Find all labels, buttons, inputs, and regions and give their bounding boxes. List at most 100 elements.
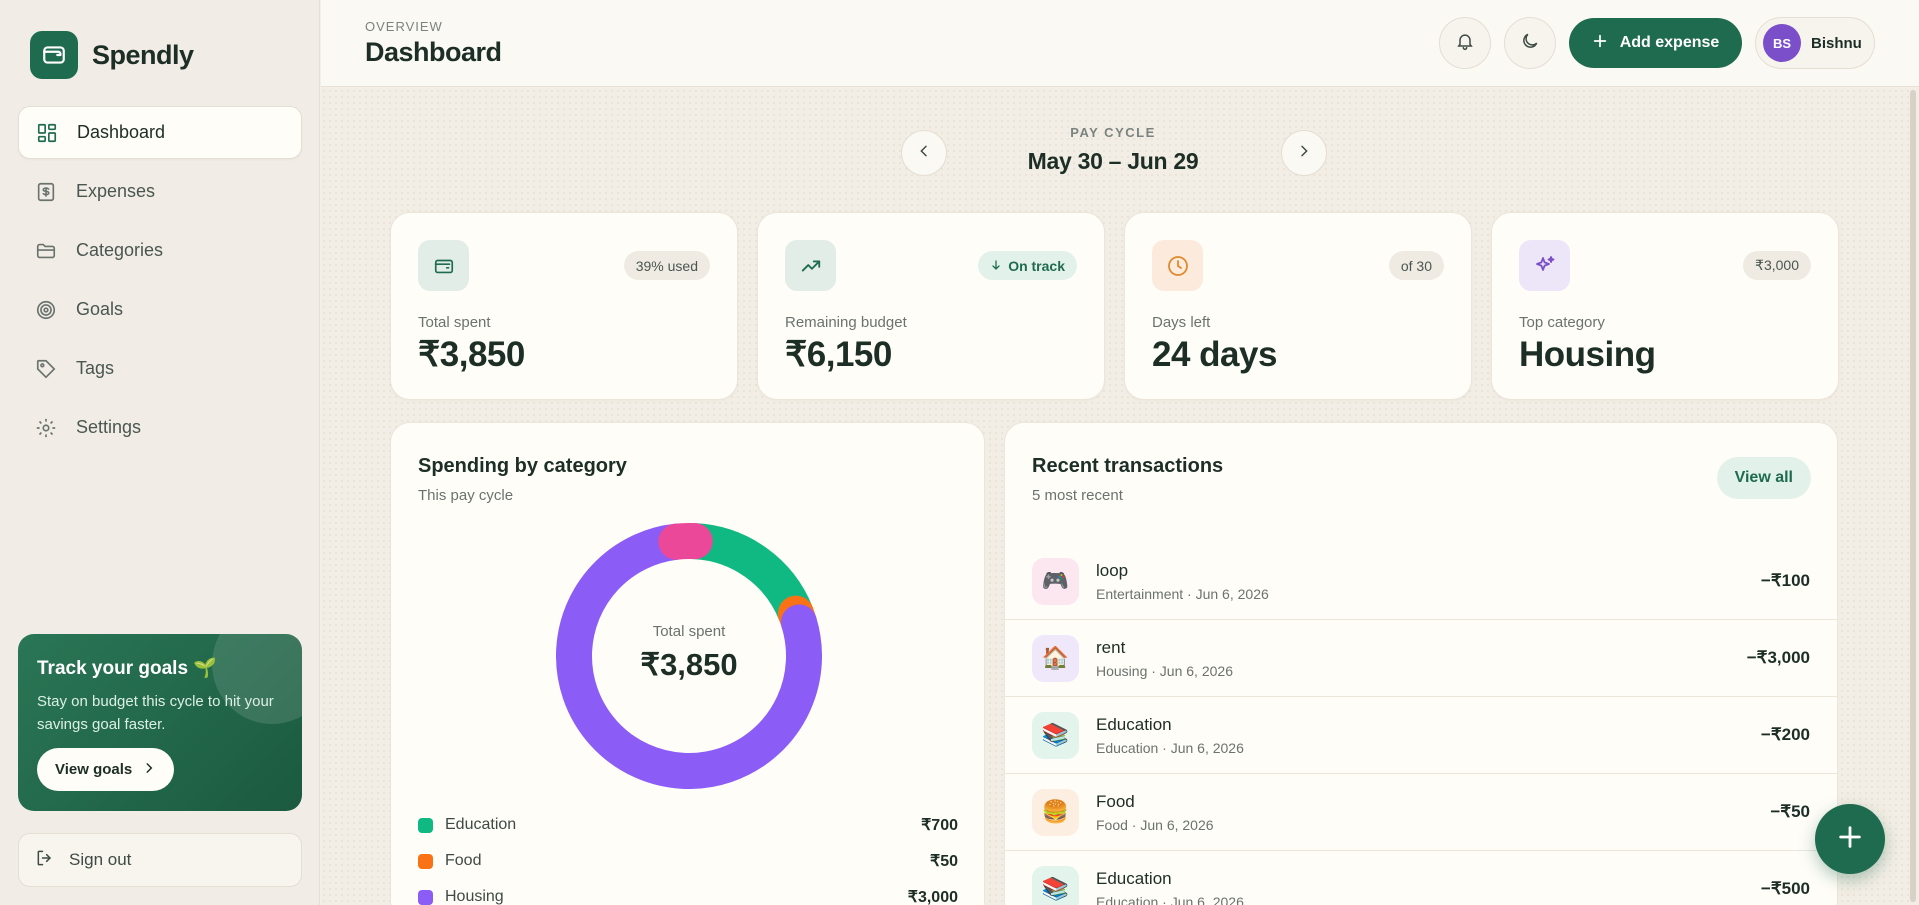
- transaction-row[interactable]: 🍔 Food Food · Jun 6, 2026 −₹50: [1005, 774, 1837, 851]
- arrow-down-icon: [990, 258, 1002, 274]
- legend-name: Housing: [445, 888, 504, 905]
- category-donut-chart: Total spent ₹3,850: [556, 523, 822, 789]
- notifications-button[interactable]: [1439, 17, 1491, 69]
- transaction-info: rent Housing · Jun 6, 2026: [1096, 638, 1233, 679]
- target-icon: [34, 298, 58, 322]
- transaction-meta: Entertainment · Jun 6, 2026: [1096, 585, 1269, 602]
- transaction-title: Food: [1096, 791, 1135, 811]
- sign-out-icon: [35, 848, 55, 873]
- books-icon: 📚: [1032, 711, 1079, 759]
- promo-text: Stay on budget this cycle to hit your sa…: [37, 693, 274, 733]
- brand-name: Spendly: [92, 39, 194, 70]
- add-expense-button[interactable]: Add expense: [1569, 18, 1742, 68]
- transaction-meta: Education · Jun 6, 2026: [1096, 739, 1244, 756]
- legend-item-housing[interactable]: Housing ₹3,000: [418, 879, 958, 905]
- chevron-left-icon: [916, 143, 932, 164]
- transaction-row[interactable]: 🏠 rent Housing · Jun 6, 2026 −₹3,000: [1005, 620, 1837, 697]
- card-title: Spending by category: [418, 455, 627, 477]
- user-menu[interactable]: BS Bishnu: [1755, 17, 1875, 69]
- stat-value: ₹3,850: [418, 335, 525, 374]
- transaction-meta: Food · Jun 6, 2026: [1096, 816, 1214, 833]
- bell-icon: [1455, 31, 1475, 56]
- category-legend: Education ₹700 Food ₹50 Housing ₹3,000: [418, 807, 958, 905]
- legend-value: ₹700: [921, 817, 958, 834]
- wallet-logo-icon: [30, 31, 78, 79]
- sidebar-item-label: Tags: [76, 358, 115, 378]
- transaction-title: Education: [1096, 868, 1172, 888]
- brand[interactable]: Spendly: [30, 31, 194, 79]
- transaction-meta: Housing · Jun 6, 2026: [1096, 662, 1233, 679]
- sidebar-item-label: Expenses: [76, 181, 156, 201]
- stat-label: Remaining budget: [785, 314, 907, 331]
- legend-swatch: [418, 853, 433, 869]
- legend-name: Education: [445, 816, 517, 833]
- sidebar-nav: Dashboard Expenses Categories Goals Tags: [18, 106, 302, 460]
- sidebar: Spendly Dashboard Expenses Categories Go…: [0, 0, 320, 905]
- sidebar-item-tags[interactable]: Tags: [18, 342, 302, 395]
- promo-title: Track your goals 🌱: [37, 658, 217, 679]
- transaction-row[interactable]: 📚 Education Education · Jun 6, 2026 −₹20…: [1005, 697, 1837, 774]
- transaction-row[interactable]: 🎮 loop Entertainment · Jun 6, 2026 −₹100: [1005, 543, 1837, 620]
- page-overline: OVERVIEW: [365, 19, 443, 34]
- spending-by-category-card: Spending by category This pay cycle Tota…: [390, 422, 985, 905]
- sign-out-button[interactable]: Sign out: [18, 833, 302, 887]
- sidebar-item-label: Goals: [76, 299, 124, 319]
- sidebar-item-settings[interactable]: Settings: [18, 401, 302, 454]
- sidebar-item-dashboard[interactable]: Dashboard: [18, 106, 302, 159]
- donut-center-label: Total spent: [652, 623, 726, 640]
- view-goals-button[interactable]: View goals: [37, 748, 175, 791]
- tag-icon: [34, 357, 58, 381]
- house-icon: 🏠: [1032, 634, 1079, 682]
- legend-swatch: [418, 817, 433, 833]
- top-header: OVERVIEW Dashboard Add expense BS Bishnu: [321, 0, 1919, 87]
- card-subtitle: 5 most recent: [1032, 487, 1123, 504]
- transaction-title: loop: [1096, 560, 1129, 580]
- wallet-icon: [418, 240, 469, 291]
- legend-name: Food: [445, 852, 482, 869]
- pay-cycle-range: May 30 – Jun 29: [1027, 148, 1199, 174]
- floating-add-button[interactable]: [1815, 804, 1885, 874]
- transaction-meta: Education · Jun 6, 2026: [1096, 893, 1244, 905]
- add-expense-label: Add expense: [1619, 34, 1720, 51]
- view-all-button[interactable]: View all: [1716, 457, 1811, 499]
- page-title: Dashboard: [365, 37, 502, 67]
- theme-toggle-button[interactable]: [1504, 17, 1556, 69]
- scrollbar[interactable]: [1910, 90, 1916, 902]
- legend-item-food[interactable]: Food ₹50: [418, 843, 958, 879]
- stat-card-top-category: ₹3,000 Top category Housing: [1491, 212, 1839, 400]
- transaction-amount: −₹50: [1770, 802, 1810, 821]
- card-title: Recent transactions: [1032, 455, 1224, 477]
- sidebar-item-goals[interactable]: Goals: [18, 283, 302, 336]
- transaction-row[interactable]: 📚 Education Education · Jun 6, 2026 −₹50…: [1005, 851, 1837, 905]
- sidebar-item-categories[interactable]: Categories: [18, 224, 302, 277]
- stat-value: 24 days: [1152, 335, 1277, 374]
- plus-icon: [1836, 823, 1864, 856]
- stat-value: Housing: [1519, 335, 1656, 374]
- legend-value: ₹50: [930, 853, 958, 870]
- sidebar-item-label: Dashboard: [77, 122, 166, 142]
- trending-up-icon: [785, 240, 836, 291]
- clock-icon: [1152, 240, 1203, 291]
- transaction-info: Education Education · Jun 6, 2026: [1096, 869, 1244, 905]
- on-track-badge: On track: [978, 251, 1077, 280]
- previous-cycle-button[interactable]: [901, 130, 947, 176]
- sparkles-icon: [1519, 240, 1570, 291]
- user-name: Bishnu: [1811, 34, 1862, 52]
- view-goals-label: View goals: [55, 761, 133, 778]
- transaction-amount: −₹100: [1760, 571, 1810, 590]
- card-subtitle: This pay cycle: [418, 487, 514, 504]
- moon-icon: [1520, 31, 1540, 56]
- legend-item-education[interactable]: Education ₹700: [418, 807, 958, 843]
- next-cycle-button[interactable]: [1281, 130, 1327, 176]
- transaction-title: rent: [1096, 637, 1126, 657]
- folder-icon: [34, 239, 58, 263]
- sidebar-item-expenses[interactable]: Expenses: [18, 165, 302, 218]
- stat-card-remaining-budget: On track Remaining budget ₹6,150: [757, 212, 1105, 400]
- sign-out-label: Sign out: [69, 850, 132, 869]
- on-track-label: On track: [1008, 257, 1065, 274]
- sidebar-item-label: Categories: [76, 240, 164, 260]
- goals-promo-card: Track your goals 🌱 Stay on budget this c…: [18, 634, 302, 811]
- books-icon: 📚: [1032, 865, 1079, 905]
- burger-icon: 🍔: [1032, 788, 1079, 836]
- gamepad-icon: 🎮: [1032, 557, 1079, 605]
